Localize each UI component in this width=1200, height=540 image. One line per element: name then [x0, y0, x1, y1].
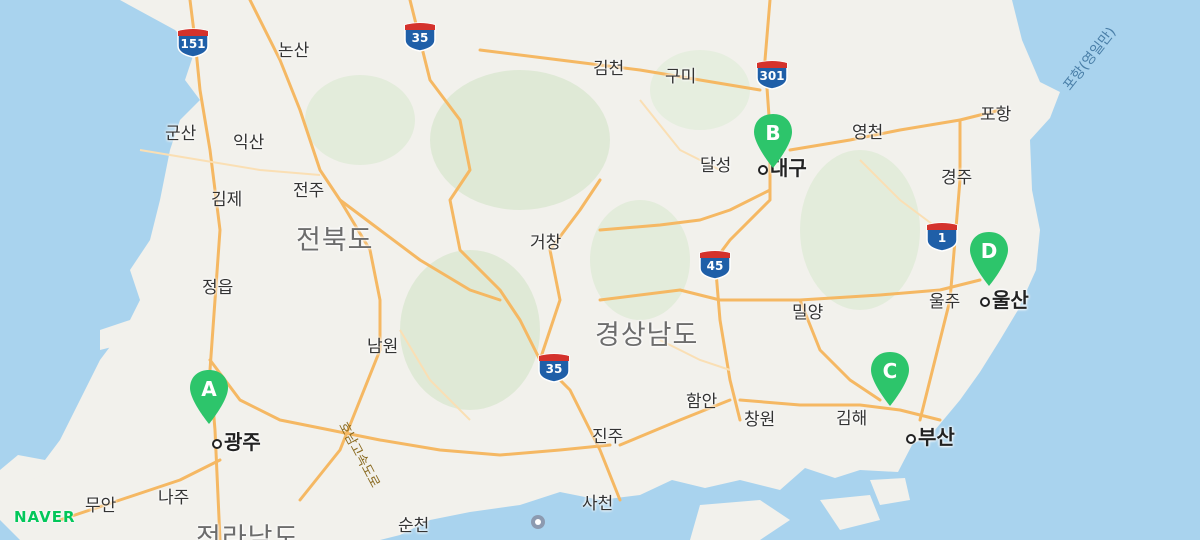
island: [870, 478, 910, 505]
town-label: 밀양: [792, 303, 824, 323]
map-marker-d[interactable]: D: [967, 230, 1011, 288]
shield-number: 35: [545, 362, 563, 376]
province-label: 전북도: [296, 225, 374, 256]
city-name: 울산: [992, 288, 1029, 312]
island: [820, 495, 880, 530]
town-label: 울주: [929, 292, 961, 312]
province-label: 경상남도: [595, 320, 699, 351]
shield-number: 151: [180, 37, 206, 51]
highway-shield-icon: 35: [536, 353, 572, 383]
town-label: 진주: [592, 427, 624, 447]
town-label: 익산: [233, 133, 265, 153]
shield-number: 45: [706, 259, 724, 273]
town-label: 무안: [85, 496, 117, 516]
marker-letter: B: [765, 121, 781, 145]
airport-icon: [531, 515, 545, 529]
town-label: 포항: [980, 105, 1012, 125]
map-marker-c[interactable]: C: [868, 350, 912, 408]
town-label: 창원: [744, 410, 776, 430]
map-marker-b[interactable]: B: [751, 112, 795, 170]
town-label: 정읍: [202, 278, 234, 298]
town-label: 달성: [700, 156, 732, 176]
highway-shield-icon: 151: [175, 28, 211, 58]
town-label: 논산: [278, 41, 310, 61]
town-label: 영천: [852, 123, 884, 143]
highway-shield-icon: 45: [697, 250, 733, 280]
island: [690, 500, 790, 540]
naver-logo: NAVER: [14, 508, 76, 526]
city-dot-icon: [906, 433, 916, 444]
city-name: 광주: [224, 430, 261, 454]
highway-shield-icon: 35: [402, 22, 438, 52]
province-label: 전라남도: [196, 523, 300, 540]
town-label: 김해: [836, 409, 868, 429]
city-label[interactable]: 광주: [212, 426, 261, 455]
city-name: 부산: [918, 425, 955, 449]
city-dot-icon: [212, 438, 222, 449]
city-dot-icon: [980, 296, 990, 307]
town-label: 사천: [582, 494, 614, 514]
shield-number: 1: [937, 231, 947, 245]
town-label: 구미: [665, 67, 697, 87]
town-label: 남원: [367, 337, 399, 357]
highway-shield-icon: 1: [924, 222, 960, 252]
shield-number: 35: [411, 31, 429, 45]
marker-letter: D: [980, 239, 998, 263]
highway-shield-icon: 301: [754, 60, 790, 90]
town-label: 순천: [398, 516, 430, 536]
town-label: 나주: [158, 488, 190, 508]
town-label: 전주: [293, 181, 325, 201]
marker-letter: C: [882, 359, 898, 383]
town-label: 경주: [941, 168, 973, 188]
town-label: 김제: [211, 190, 243, 210]
city-label[interactable]: 부산: [906, 421, 955, 450]
city-label[interactable]: 울산: [980, 284, 1029, 313]
town-label: 김천: [593, 59, 625, 79]
map-base: [0, 0, 1060, 540]
map-marker-a[interactable]: A: [187, 368, 231, 426]
marker-letter: A: [201, 377, 217, 401]
town-label: 거창: [530, 233, 562, 253]
town-label: 함안: [686, 392, 718, 412]
shield-number: 301: [759, 69, 785, 83]
map-view[interactable]: 포항(영일만) 호남고속도로 전북도 경상남도 전라남도 대구 울산 광주 부산…: [0, 0, 1200, 540]
town-label: 군산: [165, 124, 197, 144]
